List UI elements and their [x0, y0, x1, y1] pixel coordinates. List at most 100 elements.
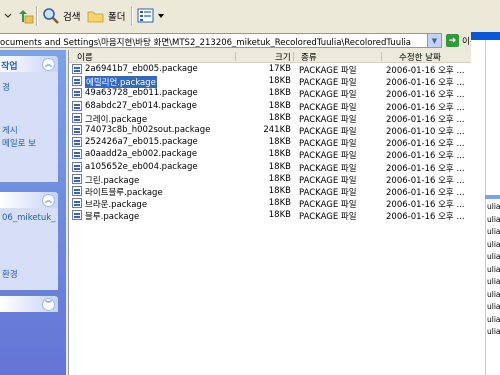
package-file-icon	[72, 112, 82, 123]
expand-chevron-icon[interactable]: ︾	[42, 298, 55, 311]
file-row[interactable]: 252426a7_eb015.package 18KB PACKAGE 파일 2006…	[69, 136, 471, 150]
task-panel-header[interactable]: 작업 ︽	[0, 56, 58, 72]
file-row[interactable]: 74073c8b_h002sout.package 241KB PACKAGE 파일…	[69, 124, 471, 137]
file-date: 2006-01-16 오후 ...	[386, 212, 465, 223]
back-button-partial[interactable]	[4, 6, 12, 26]
file-type: PACKAGE 파일	[299, 66, 357, 76]
other-places-body: 06_miketuk_ 환경	[0, 208, 58, 290]
file-name: 74073c8b_h002sout.package	[85, 125, 211, 135]
other-places-header[interactable]: ︽	[0, 192, 58, 208]
file-date: 2006-01-16 오후 ...	[386, 90, 465, 101]
file-name: 그레이.package	[85, 114, 148, 125]
task-link[interactable]: 경	[2, 81, 10, 93]
task-pane: 작업 ︽ 경 게시 메일로 보 ︽ 06_miketuk_ 환경 ︾	[0, 50, 66, 375]
file-type: PACKAGE 파일	[299, 127, 357, 137]
file-row[interactable]: 49a63728_eb011.package 18KB PACKAGE 파일 2006…	[69, 87, 471, 101]
file-date: 2006-01-16 오후 ...	[386, 200, 465, 211]
package-file-icon	[72, 64, 82, 74]
background-list-item: ulia	[487, 239, 500, 249]
file-name: 68abdc27_eb014.package	[85, 100, 197, 111]
go-arrow-icon: ➜	[446, 34, 459, 47]
file-type: PACKAGE 파일	[299, 188, 357, 198]
file-row[interactable]: 68abdc27_eb014.package 18KB PACKAGE 파일 2006…	[69, 100, 471, 113]
file-type: PACKAGE 파일	[299, 139, 357, 150]
file-row[interactable]: 브라운.package 18KB PACKAGE 파일 2006-01-16 오후 .…	[69, 197, 471, 211]
package-file-icon	[72, 149, 82, 160]
file-row[interactable]: 에밀리언.package 18KB PACKAGE 파일 2006-01-16 오후 …	[69, 75, 471, 90]
file-size: 18KB	[268, 76, 291, 87]
file-row[interactable]: 라이트블루.package 18KB PACKAGE 파일 2006-01-16 오후…	[69, 185, 471, 198]
background-list-item: ulia	[487, 314, 500, 324]
file-name: 브라운.package	[85, 200, 148, 211]
file-type: PACKAGE 파일	[299, 212, 357, 223]
file-date: 2006-01-16 오후 ...	[386, 188, 465, 198]
file-size: 18KB	[268, 88, 291, 99]
search-button[interactable]: 검색	[42, 6, 80, 26]
task-link[interactable]: 게시	[2, 124, 18, 136]
file-size: 17KB	[268, 64, 291, 74]
package-file-icon	[72, 137, 82, 148]
place-link[interactable]: 환경	[2, 268, 18, 280]
background-window: ulia ulia ulia ulia ulia ulia ulia ulia ulia ulia…	[471, 32, 500, 375]
background-list-item: ulia	[487, 227, 500, 236]
address-bar: ocuments and Settings\마음지현\바탕 화면\MTS2_21…	[0, 32, 500, 50]
column-size[interactable]: 크기	[275, 51, 291, 63]
file-row[interactable]: 2a6941b7_eb005.package 17KB PACKAGE 파일 2006…	[69, 63, 471, 76]
views-button[interactable]	[137, 6, 164, 26]
package-file-icon	[72, 76, 82, 87]
package-file-icon	[72, 186, 82, 196]
up-folder-button[interactable]	[16, 6, 34, 26]
folder-icon	[87, 11, 104, 23]
dropdown-arrow-icon	[158, 14, 164, 18]
file-type: PACKAGE 파일	[299, 151, 357, 162]
file-row[interactable]: a0aadd2a_eb002.package 18KB PACKAGE 파일 2006…	[69, 148, 471, 162]
collapse-chevron-icon[interactable]: ︽	[42, 194, 55, 207]
column-divider[interactable]	[381, 52, 382, 61]
file-size: 241KB	[263, 125, 291, 135]
file-date: 2006-01-16 오후 ...	[386, 102, 465, 113]
file-name: 그린.package	[85, 175, 140, 186]
task-link[interactable]: 메일로 보	[2, 137, 36, 149]
folders-button[interactable]: 폴더	[87, 6, 125, 26]
file-row[interactable]: a105652e_eb004.package 18KB PACKAGE 파일 2006…	[69, 161, 471, 174]
search-button-label: 검색	[63, 12, 81, 23]
background-list-item: ulia	[487, 214, 500, 224]
column-modified[interactable]: 수정한 날짜	[399, 51, 441, 63]
task-panel-body: 경 게시 메일로 보	[0, 72, 58, 182]
column-divider[interactable]	[235, 52, 236, 61]
package-file-icon	[72, 161, 82, 172]
collapse-chevron-icon[interactable]: ︽	[42, 58, 55, 71]
toolbar-separator	[131, 6, 133, 26]
file-list: 이름 크기 종류 수정한 날짜 2a6941b7_eb005.package 17…	[68, 50, 471, 375]
package-file-icon	[72, 210, 82, 221]
file-size: 18KB	[268, 210, 291, 221]
column-divider[interactable]	[293, 52, 294, 61]
file-name: a0aadd2a_eb002.package	[85, 149, 198, 160]
file-type: PACKAGE 파일	[299, 114, 357, 125]
file-date: 2006-01-16 오후 ...	[386, 151, 465, 162]
file-name: 에밀리언.package	[84, 75, 158, 90]
file-name: 라이트블루.package	[85, 188, 163, 198]
background-list-item: ulia	[487, 252, 500, 261]
column-name[interactable]: 이름	[77, 51, 93, 63]
file-type: PACKAGE 파일	[299, 102, 357, 113]
task-panel-title: 작업	[1, 62, 18, 72]
file-date: 2006-01-16 오후 ...	[386, 114, 465, 125]
file-name: 252426a7_eb015.package	[85, 137, 198, 148]
place-link[interactable]: 06_miketuk_	[2, 213, 55, 223]
details-header[interactable]: ︾	[0, 296, 58, 312]
file-type: PACKAGE 파일	[299, 175, 357, 186]
address-dropdown-icon[interactable]: ▼	[427, 34, 441, 47]
package-file-icon	[72, 173, 82, 184]
file-row[interactable]: 블루.package 18KB PACKAGE 파일 2006-01-16 오후 ..…	[69, 209, 471, 223]
background-list-item: ulia	[487, 264, 500, 274]
file-type: PACKAGE 파일	[299, 78, 357, 89]
folders-button-label: 폴더	[108, 12, 126, 23]
views-icon	[137, 8, 154, 23]
address-field[interactable]: ocuments and Settings\마음지현\바탕 화면\MTS2_21…	[0, 33, 442, 48]
file-row[interactable]: 그레이.package 18KB PACKAGE 파일 2006-01-16 오후 .…	[69, 112, 471, 125]
file-row[interactable]: 그린.package 18KB PACKAGE 파일 2006-01-16 오후 ..…	[69, 173, 471, 186]
package-file-icon	[72, 125, 82, 135]
column-type[interactable]: 종류	[301, 51, 317, 63]
package-file-icon	[72, 198, 82, 209]
